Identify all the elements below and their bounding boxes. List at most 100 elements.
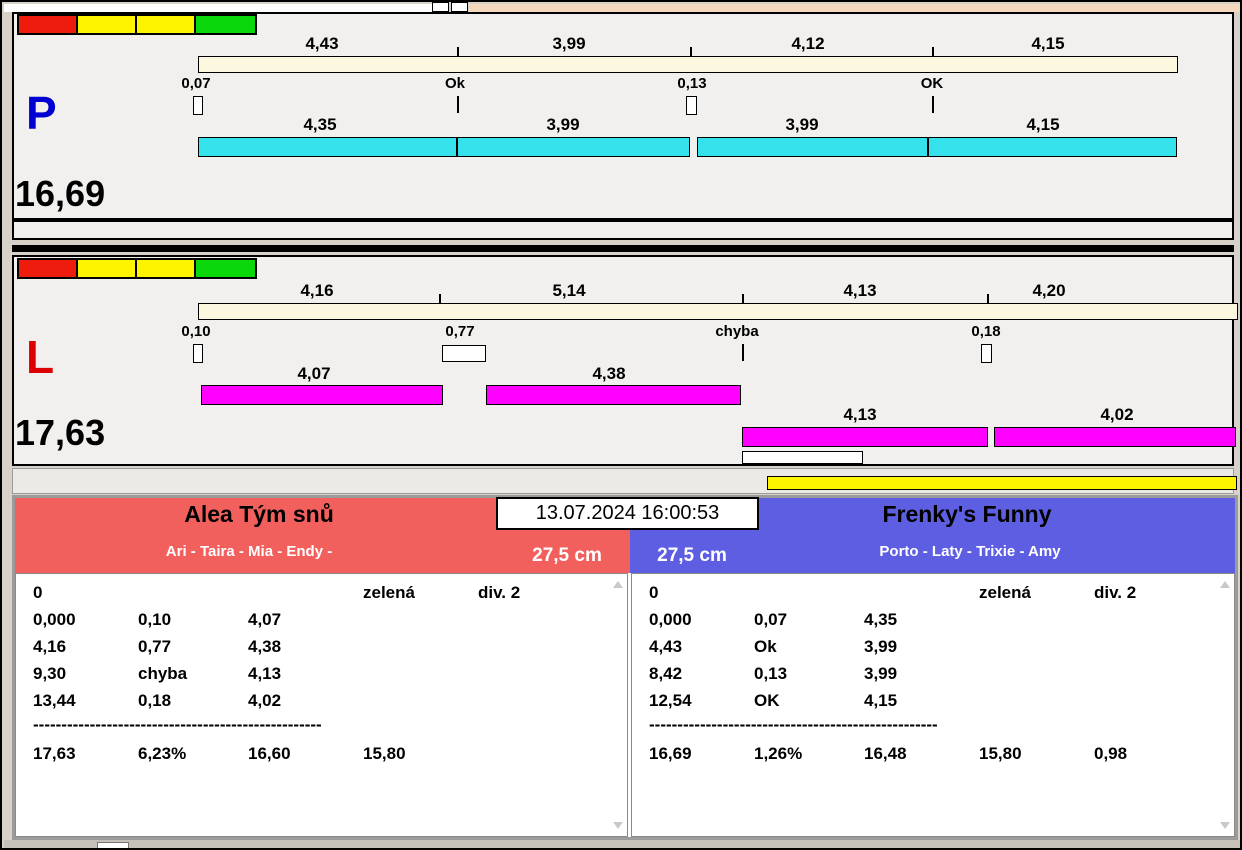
taskbar-item[interactable] (97, 842, 129, 848)
lane-l-total-time: 17,63 (15, 412, 106, 453)
traffic-light-yellow-2 (137, 16, 196, 33)
split-time-label: 4,15 (1031, 34, 1065, 53)
split-time-label: 4,16 (300, 281, 334, 300)
change-mark-label: 0,13 (677, 75, 707, 92)
cell: zelená (363, 583, 415, 602)
run-bar (198, 137, 457, 157)
cell: 16,69 (649, 744, 692, 763)
cell: 4,35 (864, 610, 898, 629)
result-text-right[interactable]: 0 zelená div. 2 0,000 0,07 4,35 4,43 Ok 3,99 8… (631, 573, 1235, 837)
run-time-label: 3,99 (546, 115, 580, 134)
traffic-light-bar (17, 14, 257, 35)
change-mark-label: chyba (715, 323, 759, 340)
split-track (198, 56, 1178, 73)
cell: 0,98 (1094, 744, 1128, 763)
cell: 4,38 (248, 637, 282, 656)
window-top-strip (4, 4, 432, 12)
cell: 4,15 (864, 691, 898, 710)
window-fragment-box (451, 2, 468, 12)
change-marker-wide-box (442, 345, 486, 362)
finish-highlight-bar (767, 476, 1237, 490)
split-time-label: 4,13 (843, 281, 877, 300)
traffic-light-yellow-1 (78, 260, 137, 277)
cell: Ok (754, 637, 777, 656)
change-marker-tick (742, 344, 744, 361)
cell: 0,10 (138, 610, 172, 629)
traffic-light-green (196, 260, 255, 277)
result-text-left[interactable]: 0 zelená div. 2 0,000 0,10 4,07 4,16 0,77 4,38… (15, 573, 628, 837)
lane-p-substrip (12, 220, 1234, 240)
cell: 0 (33, 583, 43, 602)
cell: 4,07 (248, 610, 282, 629)
cell: 0,18 (138, 691, 172, 710)
timestamp-box: 13.07.2024 16:00:53 (496, 497, 759, 530)
split-time-label: 5,14 (552, 281, 586, 300)
intermediate-box (742, 451, 863, 464)
window-fragment-box (432, 2, 449, 12)
cell: 17,63 (33, 744, 76, 763)
taskbar-strip (4, 840, 1240, 848)
scroll-down-arrow[interactable] (613, 822, 623, 829)
table-row: 16,69 1,26% 16,48 15,80 0,98 (632, 744, 1234, 764)
run-time-label: 4,07 (297, 364, 331, 383)
scroll-up-arrow[interactable] (1220, 581, 1230, 588)
team-right-height: 27,5 cm (657, 545, 727, 566)
lane-l-letter: L (26, 331, 55, 383)
table-row: 8,42 0,13 3,99 (632, 664, 1234, 684)
run-time-label: 4,13 (843, 405, 877, 424)
cell: 4,16 (33, 637, 67, 656)
cell: 4,02 (248, 691, 282, 710)
lane-p-total-time: 16,69 (15, 173, 106, 214)
cell: 15,80 (363, 744, 406, 763)
cell: div. 2 (1094, 583, 1137, 602)
table-row: 12,54 OK 4,15 (632, 691, 1234, 711)
cell: 0,000 (649, 610, 692, 629)
change-marker-tick (457, 96, 459, 113)
change-marker-box (193, 96, 203, 115)
cell: OK (754, 691, 780, 710)
run-bar (201, 385, 443, 405)
table-row: 9,30 chyba 4,13 (16, 664, 627, 684)
run-time-label: 4,38 (592, 364, 626, 383)
change-marker-box (193, 344, 203, 363)
table-row: 4,43 Ok 3,99 (632, 637, 1234, 657)
run-time-label: 4,15 (1026, 115, 1060, 134)
cell: 4,43 (649, 637, 683, 656)
cell: 12,54 (649, 691, 692, 710)
split-time-label: 3,99 (552, 34, 586, 53)
cell: 0,000 (33, 610, 76, 629)
traffic-light-green (196, 16, 255, 33)
split-track (198, 303, 1238, 320)
table-row: 0 zelená div. 2 (16, 583, 627, 603)
lane-divider (12, 245, 1234, 252)
change-mark-label: 0,07 (181, 75, 211, 92)
scroll-down-arrow[interactable] (1220, 822, 1230, 829)
split-time-label: 4,12 (791, 34, 825, 53)
cell: 3,99 (864, 637, 898, 656)
cell: 4,13 (248, 664, 282, 683)
scroll-up-arrow[interactable] (613, 581, 623, 588)
cell: 1,26% (754, 744, 803, 763)
timing-app-window: P 4,43 3,99 4,12 4,15 0,07 Ok 0,13 OK 4,… (0, 0, 1242, 850)
table-row: 4,16 0,77 4,38 (16, 637, 627, 657)
traffic-light-yellow-2 (137, 260, 196, 277)
cell: div. 2 (478, 583, 521, 602)
table-row-separator: ----------------------------------------… (632, 715, 1234, 735)
cell: 13,44 (33, 691, 76, 710)
run-bar (742, 427, 988, 447)
lane-p-letter: P (26, 87, 57, 139)
team-right-dogs: Porto - Laty - Trixie - Amy (879, 543, 1061, 560)
change-mark-label: 0,18 (971, 323, 1001, 340)
cell: ----------------------------------------… (649, 715, 938, 734)
cell: zelená (979, 583, 1031, 602)
run-time-label: 4,02 (1100, 405, 1134, 424)
split-time-label: 4,43 (305, 34, 339, 53)
cell: 6,23% (138, 744, 187, 763)
change-mark-label: 0,10 (181, 323, 211, 340)
cell: 3,99 (864, 664, 898, 683)
run-bar (697, 137, 928, 157)
run-bar (457, 137, 690, 157)
team-left-dogs: Ari - Taira - Mia - Endy - (165, 543, 333, 560)
change-marker-box (981, 344, 992, 363)
table-row: 17,63 6,23% 16,60 15,80 (16, 744, 627, 764)
